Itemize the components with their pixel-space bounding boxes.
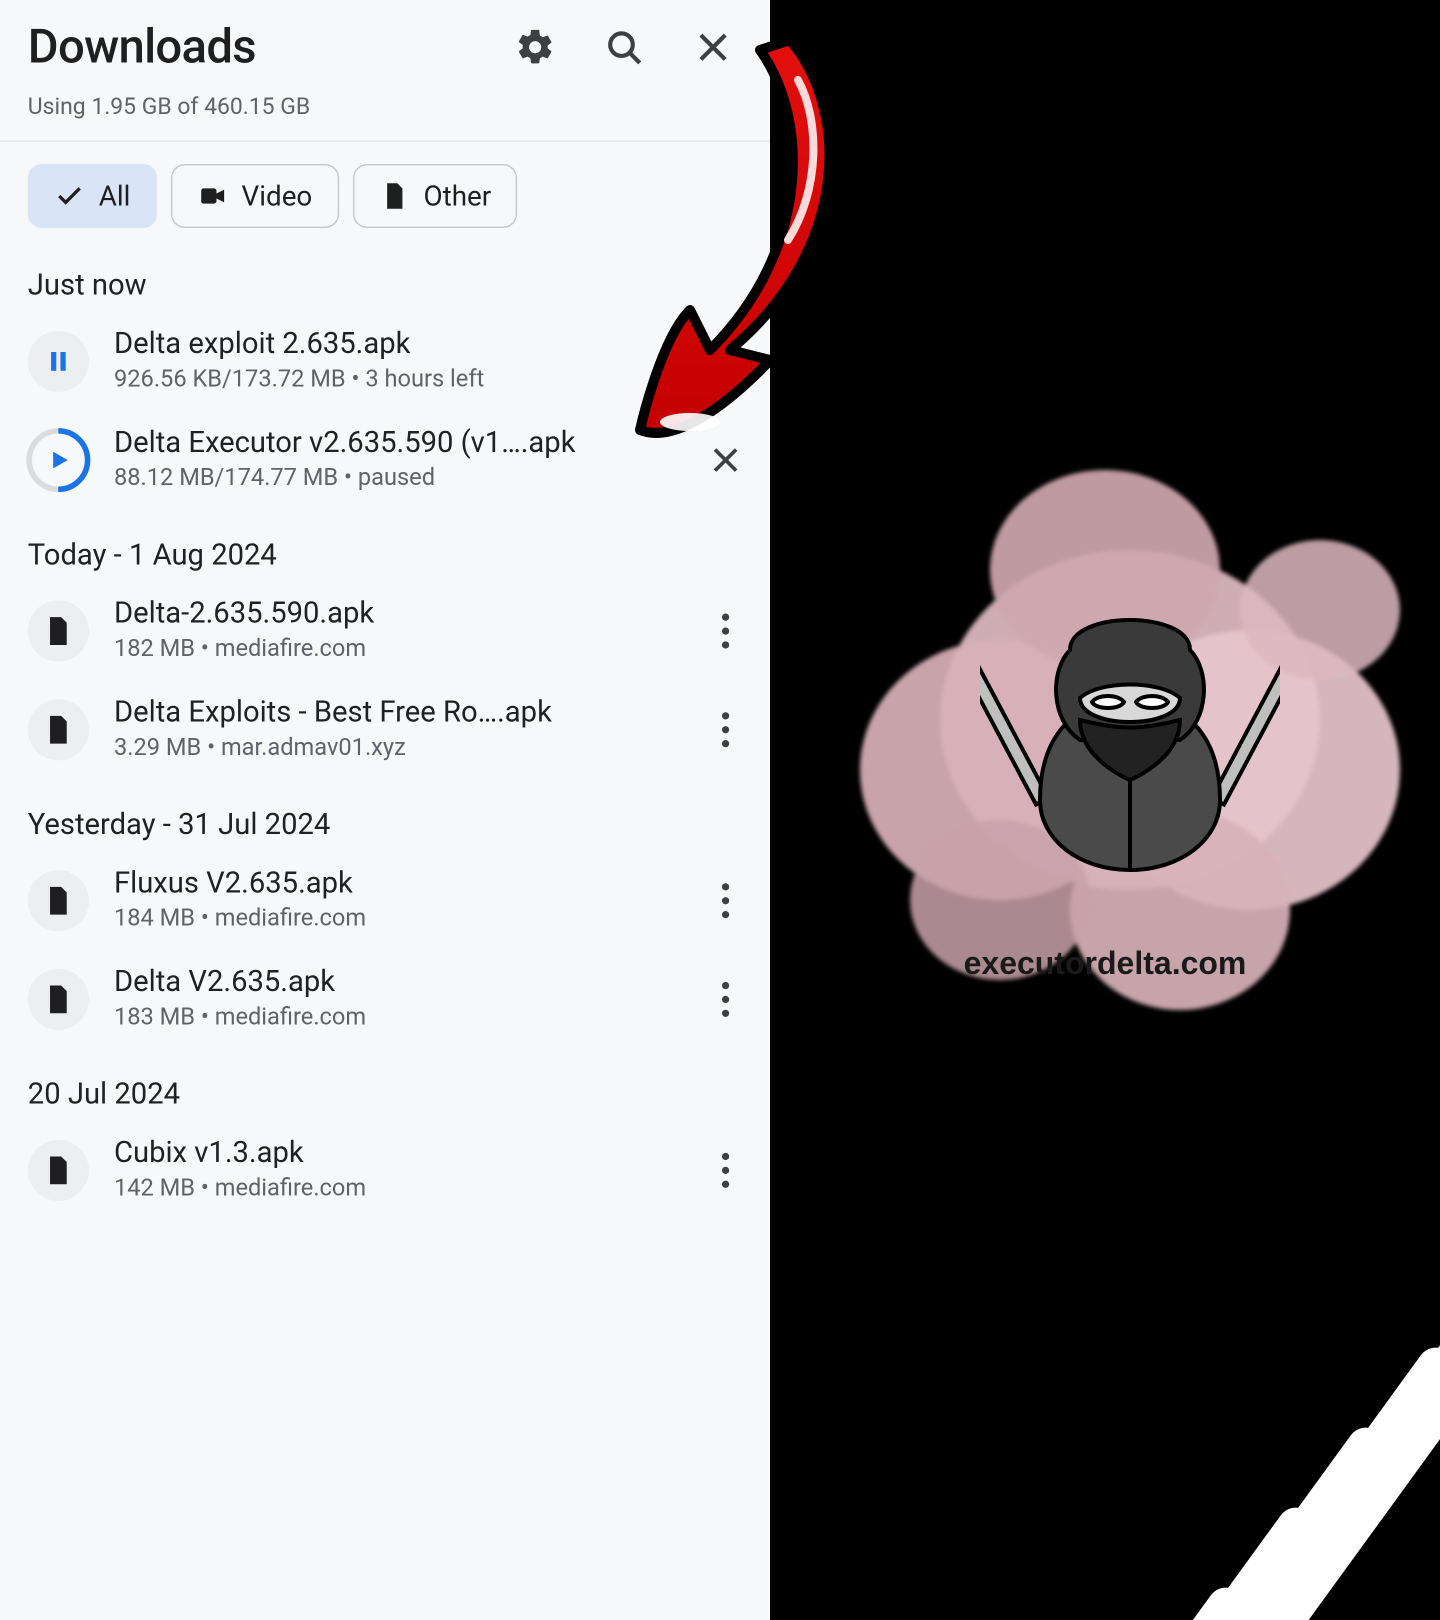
file-meta: 88.12 MB/174.77 MB • paused (114, 464, 676, 492)
file-meta: 182 MB • mediafire.com (114, 635, 676, 663)
file-meta: 926.56 KB/173.72 MB • 3 hours left (114, 366, 676, 394)
video-icon (197, 181, 228, 212)
file-meta: 3.29 MB • mar.admav01.xyz (114, 734, 676, 762)
download-row-active[interactable]: Delta exploit 2.635.apk 926.56 KB/173.72… (0, 311, 770, 410)
file-name: Delta-2.635.590.apk (114, 598, 676, 631)
file-meta: 142 MB • mediafire.com (114, 1175, 676, 1203)
file-name: Delta V2.635.apk (114, 966, 676, 999)
chip-label: All (99, 179, 131, 212)
file-meta: 183 MB • mediafire.com (114, 1004, 676, 1032)
more-icon[interactable] (701, 1145, 751, 1195)
close-icon[interactable] (692, 26, 734, 68)
download-row-paused[interactable]: Delta Executor v2.635.590 (v1….apk 88.12… (0, 410, 770, 509)
filter-chips: All Video Other (0, 142, 770, 239)
more-icon[interactable] (701, 974, 751, 1024)
promo-art: executordelta.com (770, 0, 1440, 1620)
chip-all[interactable]: All (28, 164, 157, 228)
more-icon[interactable] (701, 704, 751, 754)
page-title: Downloads (28, 19, 515, 75)
file-row[interactable]: Delta Exploits - Best Free Ro….apk 3.29 … (0, 680, 770, 779)
file-icon (28, 600, 89, 661)
file-row[interactable]: Cubix v1.3.apk 142 MB • mediafire.com (0, 1120, 770, 1219)
stripe-decor (1287, 0, 1440, 14)
file-icon (28, 698, 89, 759)
chip-label: Video (242, 179, 313, 212)
file-icon (28, 869, 89, 930)
file-name: Delta exploit 2.635.apk (114, 328, 676, 361)
file-row[interactable]: Fluxus V2.635.apk 184 MB • mediafire.com (0, 851, 770, 950)
chip-label: Other (423, 179, 491, 212)
chip-other[interactable]: Other (353, 164, 518, 228)
file-name: Delta Executor v2.635.590 (v1….apk (114, 427, 676, 460)
ninja-logo (980, 580, 1280, 880)
stripe-decor (1347, 0, 1440, 104)
file-icon (28, 968, 89, 1029)
check-icon (54, 181, 85, 212)
watermark-text: executordelta.com (770, 945, 1440, 982)
search-icon[interactable] (603, 26, 645, 68)
group-yesterday: Yesterday - 31 Jul 2024 (0, 778, 770, 850)
gear-icon[interactable] (514, 26, 556, 68)
file-name: Cubix v1.3.apk (114, 1137, 676, 1170)
more-icon[interactable] (701, 605, 751, 655)
cancel-download-icon[interactable] (701, 336, 751, 386)
file-icon (379, 181, 410, 212)
group-jul20: 20 Jul 2024 (0, 1048, 770, 1120)
group-today: Today - 1 Aug 2024 (0, 509, 770, 581)
more-icon[interactable] (701, 875, 751, 925)
file-icon (28, 1139, 89, 1200)
storage-usage: Using 1.95 GB of 460.15 GB (0, 81, 770, 142)
file-name: Delta Exploits - Best Free Ro….apk (114, 696, 676, 729)
chip-video[interactable]: Video (171, 164, 339, 228)
file-meta: 184 MB • mediafire.com (114, 905, 676, 933)
cancel-download-icon[interactable] (701, 434, 751, 484)
pause-icon[interactable] (28, 330, 89, 391)
file-row[interactable]: Delta-2.635.590.apk 182 MB • mediafire.c… (0, 581, 770, 680)
file-name: Fluxus V2.635.apk (114, 867, 676, 900)
resume-icon[interactable] (28, 429, 89, 490)
file-row[interactable]: Delta V2.635.apk 183 MB • mediafire.com (0, 949, 770, 1048)
group-justnow: Just now (0, 239, 770, 311)
header: Downloads (0, 0, 770, 81)
